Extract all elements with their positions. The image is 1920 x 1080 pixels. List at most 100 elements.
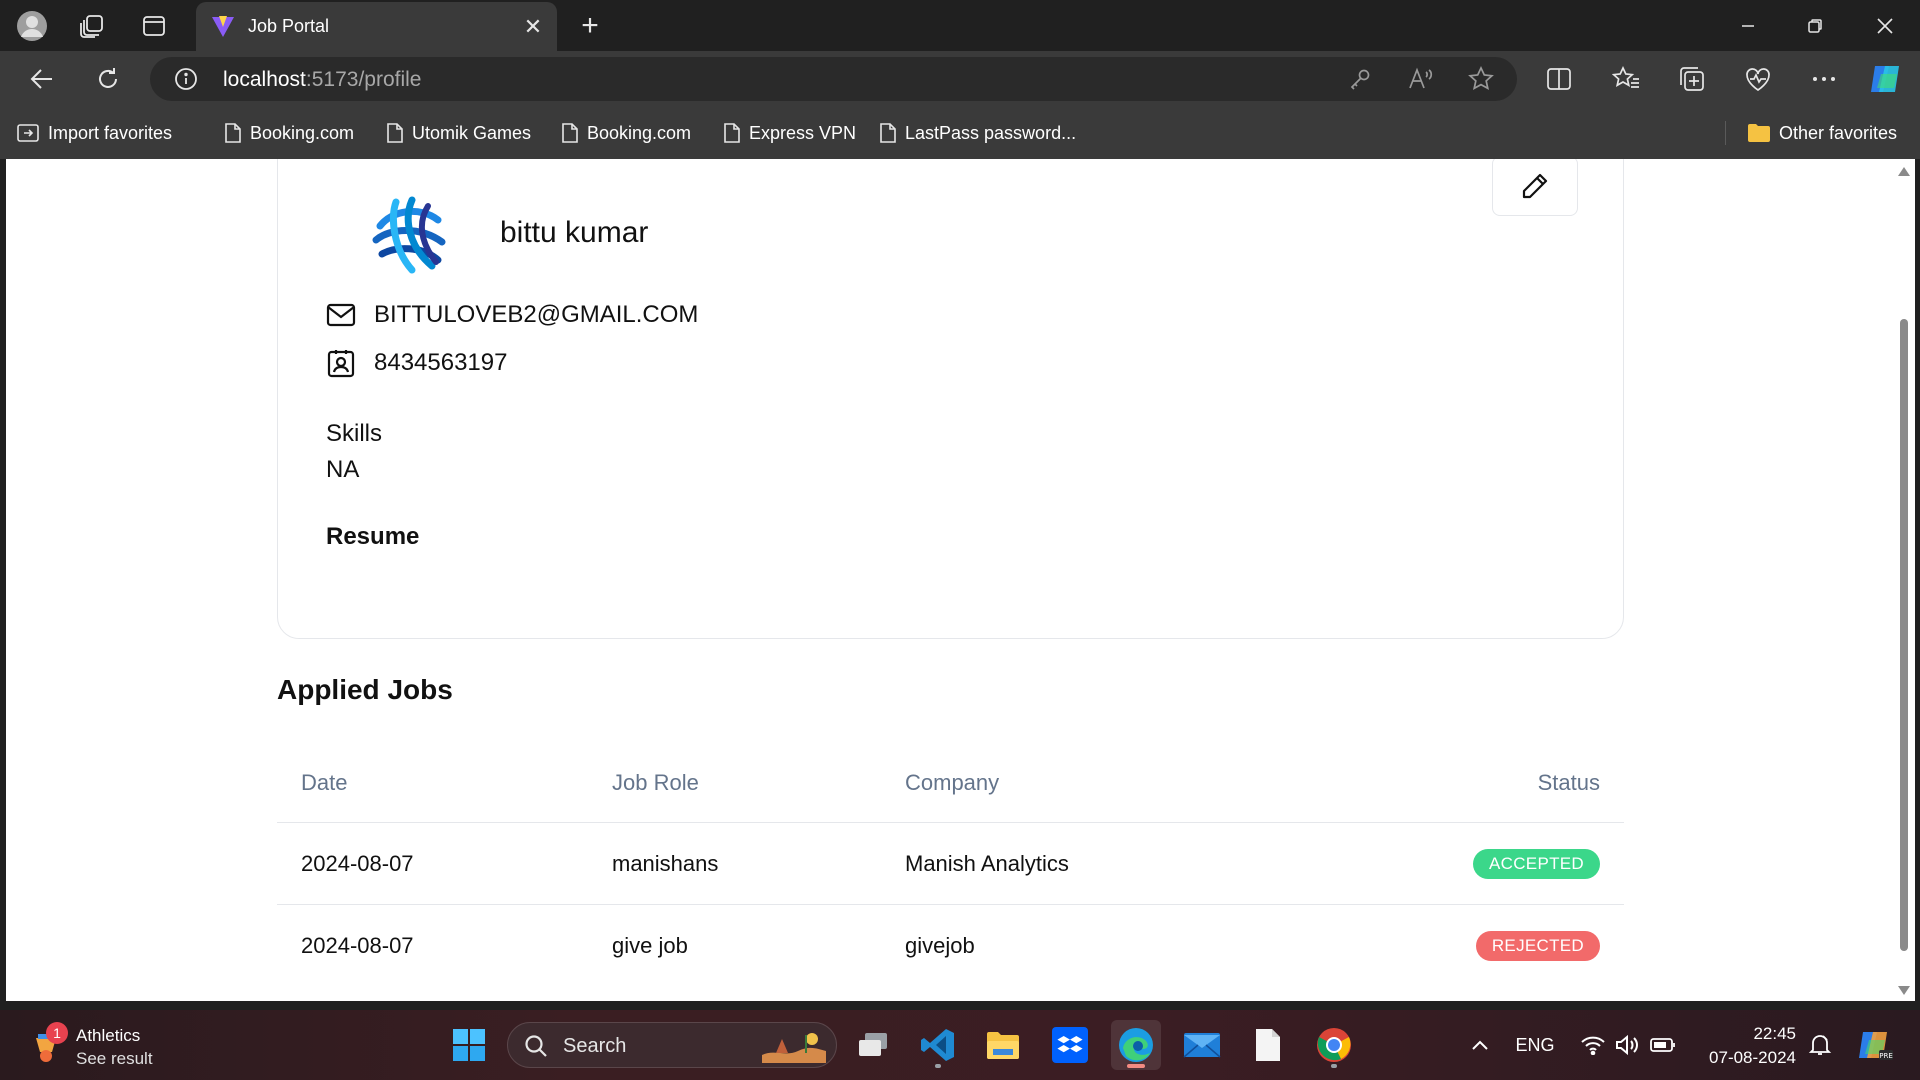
widget-badge: 1 bbox=[46, 1022, 68, 1044]
header-job-role: Job Role bbox=[612, 769, 699, 795]
fav-express-vpn[interactable]: Express VPN bbox=[723, 117, 856, 149]
scroll-down-arrow-icon[interactable] bbox=[1898, 986, 1910, 995]
windows-taskbar: 1 Athletics See result Search ENG 22:45 … bbox=[0, 1010, 1920, 1080]
close-tab-icon[interactable]: ✕ bbox=[521, 14, 545, 39]
browser-title-bar: Job Portal ✕ + bbox=[0, 0, 1920, 51]
table-row: 2024-08-07 give job givejob REJECTED bbox=[277, 905, 1624, 987]
wifi-icon[interactable] bbox=[1578, 1010, 1608, 1080]
vite-favicon-icon bbox=[212, 15, 234, 37]
close-window-icon[interactable] bbox=[1852, 0, 1918, 51]
folder-icon bbox=[1748, 124, 1770, 142]
split-screen-icon[interactable] bbox=[1539, 59, 1579, 99]
page-icon bbox=[880, 123, 896, 143]
profile-email: BITTULOVEB2@GMAIL.COM bbox=[374, 301, 699, 328]
widget-title: Athletics bbox=[76, 1026, 141, 1045]
mail-icon bbox=[326, 303, 356, 327]
taskbar-notepad[interactable] bbox=[1243, 1020, 1293, 1070]
status-badge: REJECTED bbox=[1475, 931, 1600, 961]
table-row: 2024-08-07 manishans Manish Analytics AC… bbox=[277, 823, 1624, 905]
avatar bbox=[372, 196, 446, 274]
widgets-button[interactable]: 1 Athletics See result bbox=[28, 1022, 228, 1070]
scroll-up-arrow-icon[interactable] bbox=[1898, 167, 1910, 176]
collections-icon[interactable] bbox=[1672, 59, 1712, 99]
header-date: Date bbox=[301, 769, 348, 795]
chrome-icon bbox=[1317, 1028, 1351, 1062]
browser-essentials-icon[interactable] bbox=[1738, 59, 1778, 99]
windows-logo-icon bbox=[453, 1029, 485, 1061]
fav-import-favorites[interactable]: Import favorites bbox=[16, 117, 172, 149]
row-job-role: give job bbox=[612, 933, 688, 958]
profile-icon[interactable] bbox=[14, 8, 50, 44]
email-row: BITTULOVEB2@GMAIL.COM bbox=[326, 301, 698, 329]
taskbar-file-explorer[interactable] bbox=[978, 1020, 1028, 1070]
page-icon bbox=[724, 123, 740, 143]
vscode-icon bbox=[921, 1029, 954, 1061]
applied-jobs-table: Date Job Role Company Status 2024-08-07 … bbox=[277, 743, 1624, 987]
taskbar-dropbox[interactable] bbox=[1045, 1020, 1095, 1070]
fav-lastpass[interactable]: LastPass password... bbox=[879, 117, 1076, 149]
search-icon bbox=[525, 1035, 547, 1057]
page-scrollbar[interactable] bbox=[1893, 159, 1915, 1001]
url-text: localhost:5173/profile bbox=[223, 68, 422, 91]
taskbar-search[interactable]: Search bbox=[507, 1022, 837, 1068]
minimize-icon[interactable] bbox=[1715, 0, 1781, 51]
new-tab-button[interactable]: + bbox=[572, 8, 608, 44]
scrollbar-thumb[interactable] bbox=[1900, 319, 1908, 951]
search-highlight-icon bbox=[762, 1033, 826, 1063]
password-key-icon[interactable] bbox=[1346, 65, 1374, 93]
fav-booking-2[interactable]: Booking.com bbox=[561, 117, 691, 149]
favorites-icon[interactable] bbox=[1606, 59, 1646, 99]
volume-icon[interactable] bbox=[1612, 1010, 1642, 1080]
copilot-taskbar-icon[interactable]: PRE bbox=[1852, 1010, 1896, 1080]
pencil-icon bbox=[1522, 173, 1548, 199]
back-icon[interactable] bbox=[22, 59, 62, 99]
page-icon bbox=[225, 123, 241, 143]
page-icon bbox=[562, 123, 578, 143]
site-info-icon[interactable] bbox=[174, 67, 198, 91]
notifications-icon[interactable] bbox=[1803, 1010, 1837, 1080]
taskbar-edge[interactable] bbox=[1111, 1020, 1161, 1070]
table-header-row: Date Job Role Company Status bbox=[277, 743, 1624, 823]
edit-profile-button[interactable] bbox=[1492, 159, 1578, 216]
document-icon bbox=[1256, 1029, 1280, 1061]
profile-name: bittu kumar bbox=[500, 216, 649, 249]
widget-subtitle: See result bbox=[76, 1049, 153, 1068]
taskbar-mail[interactable] bbox=[1177, 1020, 1227, 1070]
restore-icon[interactable] bbox=[1782, 0, 1848, 51]
battery-icon[interactable] bbox=[1648, 1010, 1678, 1080]
show-hidden-icons-button[interactable] bbox=[1464, 1010, 1496, 1080]
taskbar-chrome[interactable] bbox=[1309, 1020, 1359, 1070]
fav-utomik-games[interactable]: Utomik Games bbox=[386, 117, 531, 149]
more-options-icon[interactable] bbox=[1804, 59, 1844, 99]
system-clock[interactable]: 22:45 07-08-2024 bbox=[1700, 1022, 1796, 1070]
workspaces-icon[interactable] bbox=[74, 8, 110, 44]
row-company: Manish Analytics bbox=[905, 850, 1069, 876]
taskbar-vscode[interactable] bbox=[913, 1020, 963, 1070]
chevron-up-icon bbox=[1472, 1040, 1488, 1050]
copilot-icon[interactable] bbox=[1866, 59, 1906, 99]
row-status: ACCEPTED bbox=[1473, 823, 1600, 904]
page-viewport: bittu kumar BITTULOVEB2@GMAIL.COM 843456… bbox=[6, 159, 1893, 1001]
address-toolbar: localhost:5173/profile bbox=[0, 51, 1920, 107]
start-button[interactable] bbox=[444, 1020, 494, 1070]
skills-value: NA bbox=[326, 456, 360, 483]
fav-booking-1[interactable]: Booking.com bbox=[224, 117, 354, 149]
phone-row: 8434563197 bbox=[326, 348, 507, 378]
contact-card-icon bbox=[327, 350, 355, 378]
resume-label: Resume bbox=[326, 523, 420, 550]
profile-phone: 8434563197 bbox=[374, 349, 508, 376]
row-date: 2024-08-07 bbox=[301, 850, 414, 876]
refresh-icon[interactable] bbox=[88, 59, 128, 99]
tab-title: Job Portal bbox=[248, 16, 330, 36]
read-aloud-icon[interactable] bbox=[1407, 65, 1435, 93]
fav-other-favorites[interactable]: Other favorites bbox=[1747, 117, 1897, 149]
tab-actions-icon[interactable] bbox=[136, 8, 172, 44]
task-view-button[interactable] bbox=[848, 1020, 898, 1070]
skills-label: Skills bbox=[326, 420, 383, 447]
row-status: REJECTED bbox=[1475, 905, 1600, 987]
language-indicator[interactable]: ENG bbox=[1510, 1010, 1560, 1080]
row-job-role: manishans bbox=[612, 850, 719, 876]
address-bar[interactable]: localhost:5173/profile bbox=[150, 57, 1517, 101]
favorite-star-icon[interactable] bbox=[1467, 65, 1495, 93]
tab-job-portal[interactable]: Job Portal ✕ bbox=[196, 2, 557, 51]
